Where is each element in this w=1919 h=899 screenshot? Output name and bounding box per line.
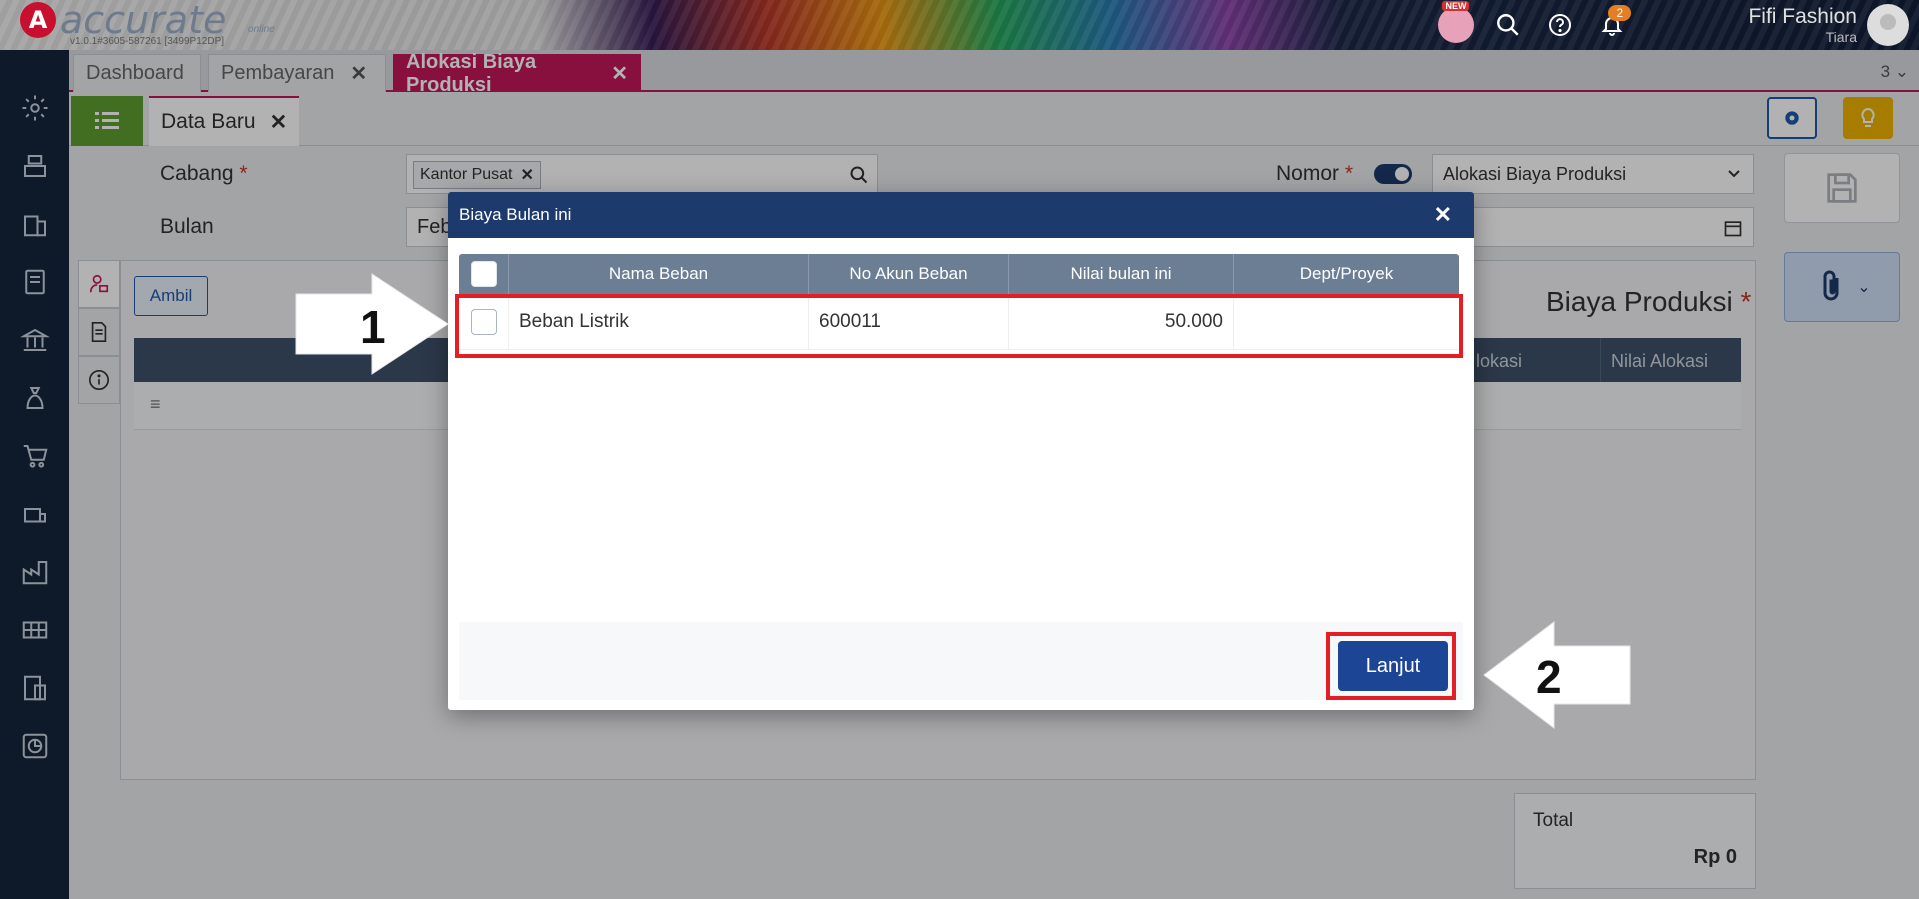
search-icon[interactable] [1490, 7, 1526, 43]
accurate-logo[interactable]: A accurate online [20, 0, 275, 42]
col-dept-proyek[interactable]: Dept/Proyek [1234, 254, 1459, 294]
notification-bell-icon[interactable]: 2 [1594, 5, 1632, 43]
select-all-checkbox[interactable] [470, 261, 497, 287]
dialog-title: Biaya Bulan ini [459, 205, 572, 224]
logo-mark-icon: A [20, 2, 56, 38]
logo-subtext: online [248, 24, 275, 35]
col-nama-beban[interactable]: Nama Beban [509, 254, 809, 294]
new-badge: NEW [1442, 1, 1470, 11]
highlight-lanjut-box [1326, 632, 1456, 700]
notification-count: 2 [1608, 5, 1632, 21]
biaya-bulan-ini-dialog: Biaya Bulan ini ✕ Nama Beban No Akun Beb… [448, 192, 1474, 710]
step-2-label: 2 [1536, 651, 1562, 703]
user-name: Fifi Fashion [1748, 5, 1857, 28]
avatar[interactable] [1867, 4, 1909, 46]
dialog-footer [459, 622, 1463, 700]
help-icon[interactable] [1542, 7, 1578, 43]
table-header: Nama Beban No Akun Beban Nilai bulan ini… [459, 254, 1459, 294]
step-1-label: 1 [360, 301, 386, 353]
highlight-row-box [455, 294, 1463, 358]
new-feature-icon[interactable]: NEW [1438, 1, 1475, 43]
version-text: v1.0.1#3605-587261 [3499P12DP] [70, 36, 225, 47]
logo-text: accurate [60, 0, 227, 42]
select-all-cell [459, 254, 509, 294]
user-role: Tiara [1825, 29, 1857, 45]
user-info[interactable]: Fifi Fashion Tiara [1748, 5, 1857, 45]
col-nilai-bulan-ini[interactable]: Nilai bulan ini [1009, 254, 1234, 294]
close-dialog-icon[interactable]: ✕ [1434, 202, 1452, 228]
col-no-akun-beban[interactable]: No Akun Beban [809, 254, 1009, 294]
dialog-header: Biaya Bulan ini ✕ [448, 192, 1474, 238]
